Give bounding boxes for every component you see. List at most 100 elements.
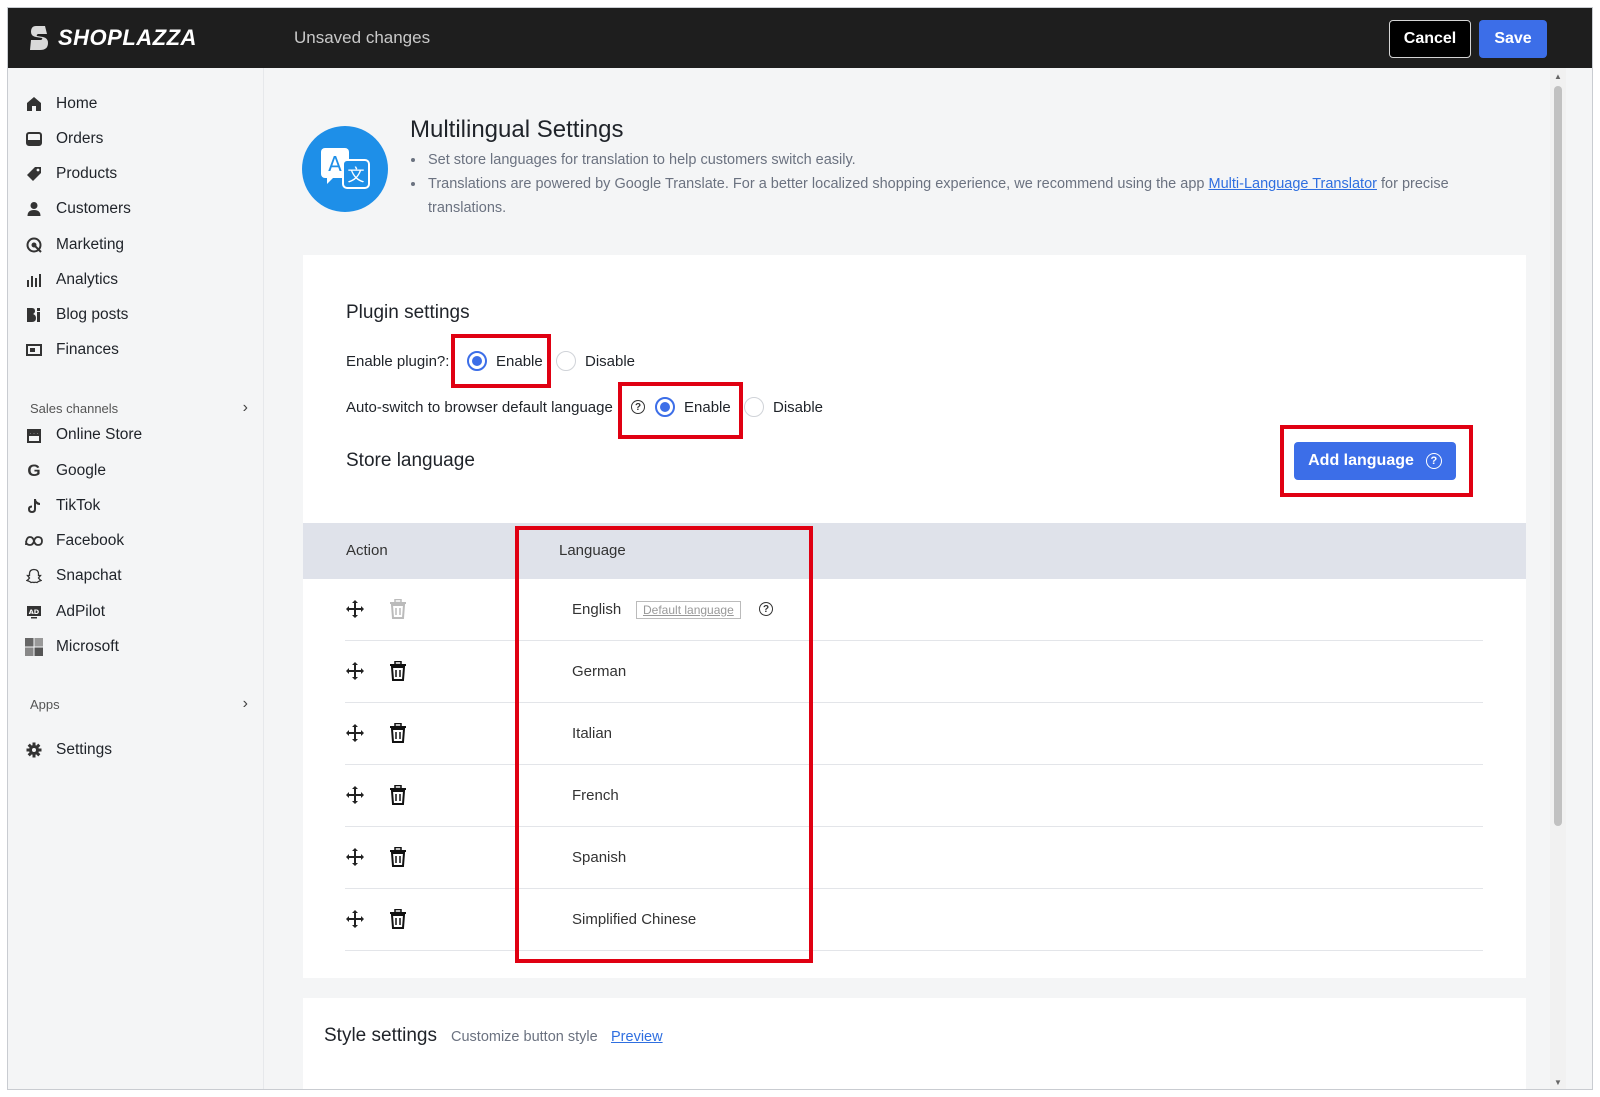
drag-handle-icon[interactable] xyxy=(345,661,365,681)
column-header-language: Language xyxy=(559,542,626,559)
adpilot-icon: AD xyxy=(24,602,44,622)
trash-icon[interactable] xyxy=(389,847,407,867)
shoplazza-logo-icon xyxy=(30,26,48,50)
store-language-title: Store language xyxy=(346,450,475,471)
save-button[interactable]: Save xyxy=(1479,20,1547,58)
radio-label: Enable xyxy=(684,398,731,416)
sidebar-item-orders[interactable]: Orders xyxy=(24,125,103,153)
default-language-badge: Default language xyxy=(636,601,741,619)
description-text: Translations are powered by Google Trans… xyxy=(428,176,1209,192)
snapchat-icon xyxy=(24,566,44,586)
sidebar-item-google[interactable]: G Google xyxy=(24,457,106,485)
trash-icon[interactable] xyxy=(389,723,407,743)
unsaved-status: Unsaved changes xyxy=(294,28,431,47)
sidebar-item-label: Microsoft xyxy=(56,638,119,655)
plugin-settings-title: Plugin settings xyxy=(346,302,470,323)
app-window: SHOPLAZZA Unsaved changes Cancel Save Ho… xyxy=(7,7,1593,1090)
enable-plugin-radio-enable[interactable]: Enable xyxy=(467,351,543,371)
drag-handle-icon[interactable] xyxy=(345,847,365,867)
description-item: Translations are powered by Google Trans… xyxy=(426,172,1490,220)
meta-icon xyxy=(24,531,44,551)
main-content: A 文 Multilingual Settings Set store lang… xyxy=(264,68,1564,1089)
sidebar-item-label: Facebook xyxy=(56,532,125,549)
page-title: Multilingual Settings xyxy=(410,116,624,143)
enable-plugin-radio-disable[interactable]: Disable xyxy=(556,351,635,371)
table-row: French xyxy=(345,765,1483,827)
scrollbar[interactable]: ▲ ▼ xyxy=(1550,68,1566,1089)
add-language-button[interactable]: Add language ? xyxy=(1294,442,1456,480)
chevron-right-icon: › xyxy=(242,695,248,712)
table-row: Italian xyxy=(345,703,1483,765)
style-settings-subtitle: Customize button style xyxy=(451,1029,598,1045)
settings-card: Plugin settings Enable plugin?: Enable D… xyxy=(303,255,1526,978)
drag-handle-icon[interactable] xyxy=(345,785,365,805)
sidebar-item-label: Finances xyxy=(56,341,119,358)
drag-handle-icon[interactable] xyxy=(345,723,365,743)
trash-icon[interactable] xyxy=(389,661,407,681)
drag-handle-icon[interactable] xyxy=(345,599,365,619)
sidebar-item-label: Online Store xyxy=(56,426,143,443)
drag-handle-icon[interactable] xyxy=(345,909,365,929)
autoswitch-help[interactable]: ? xyxy=(631,400,645,414)
radio-label: Disable xyxy=(585,352,636,370)
sidebar-item-online-store[interactable]: Online Store xyxy=(24,421,142,449)
scroll-down-arrow-icon[interactable]: ▼ xyxy=(1554,1078,1562,1087)
trash-icon[interactable] xyxy=(389,909,407,929)
orders-icon xyxy=(24,129,44,149)
question-icon: ? xyxy=(631,400,645,414)
apps-label: Apps xyxy=(30,696,60,712)
sidebar-item-label: TikTok xyxy=(56,497,101,514)
sidebar-item-settings[interactable]: Settings xyxy=(24,736,112,764)
radio-selected-icon xyxy=(655,397,675,417)
sidebar-item-tiktok[interactable]: TikTok xyxy=(24,492,100,520)
table-row: English Default language ? xyxy=(345,579,1483,641)
sidebar-item-blog-posts[interactable]: Blog posts xyxy=(24,301,128,329)
style-settings-title: Style settings xyxy=(324,1025,437,1046)
sidebar-item-facebook[interactable]: Facebook xyxy=(24,527,124,555)
translate-icon: A 文 xyxy=(302,126,388,212)
preview-link[interactable]: Preview xyxy=(611,1029,663,1045)
svg-text:文: 文 xyxy=(348,166,365,186)
sidebar-item-label: Google xyxy=(56,462,106,479)
radio-unselected-icon xyxy=(556,351,576,371)
autoswitch-radio-enable[interactable]: Enable xyxy=(655,397,731,417)
sidebar-item-adpilot[interactable]: AD AdPilot xyxy=(24,598,105,626)
sidebar-item-label: AdPilot xyxy=(56,603,106,620)
sidebar-item-microsoft[interactable]: Microsoft xyxy=(24,633,119,661)
sales-channels-header[interactable]: Sales channels › xyxy=(30,399,248,417)
svg-text:A: A xyxy=(328,152,342,176)
blog-icon xyxy=(24,305,44,325)
svg-text:AD: AD xyxy=(29,608,40,616)
sidebar-item-marketing[interactable]: Marketing xyxy=(24,231,124,259)
radio-selected-icon xyxy=(467,351,487,371)
autoswitch-radio-disable[interactable]: Disable xyxy=(744,397,823,417)
apps-header[interactable]: Apps › xyxy=(30,695,248,713)
language-name: Italian xyxy=(572,725,613,742)
sidebar-item-home[interactable]: Home xyxy=(24,90,97,118)
sidebar-item-products[interactable]: Products xyxy=(24,160,117,188)
brand-logo[interactable]: SHOPLAZZA xyxy=(28,24,197,52)
sidebar-item-finances[interactable]: Finances xyxy=(24,336,119,364)
question-icon[interactable]: ? xyxy=(759,602,773,616)
microsoft-icon xyxy=(24,637,44,657)
scroll-up-arrow-icon[interactable]: ▲ xyxy=(1554,72,1562,81)
language-name: English xyxy=(572,601,622,618)
scrollbar-thumb[interactable] xyxy=(1554,86,1562,826)
table-row: Spanish xyxy=(345,827,1483,889)
sidebar-item-snapchat[interactable]: Snapchat xyxy=(24,562,122,590)
store-icon xyxy=(24,425,44,445)
table-row: Simplified Chinese xyxy=(345,889,1483,951)
top-bar: SHOPLAZZA Unsaved changes Cancel Save xyxy=(8,8,1592,68)
cancel-button[interactable]: Cancel xyxy=(1389,20,1471,58)
google-icon: G xyxy=(27,461,41,480)
sidebar-item-label: Snapchat xyxy=(56,567,122,584)
trash-icon-disabled xyxy=(390,599,406,619)
sidebar-item-analytics[interactable]: Analytics xyxy=(24,266,118,294)
language-name: French xyxy=(572,787,619,804)
question-icon: ? xyxy=(1425,453,1442,469)
sidebar-item-customers[interactable]: Customers xyxy=(24,195,131,223)
description-item: Set store languages for translation to h… xyxy=(426,148,1490,172)
trash-icon[interactable] xyxy=(389,785,407,805)
style-settings-card: Style settings Customize button style Pr… xyxy=(303,998,1526,1089)
multi-language-translator-link[interactable]: Multi-Language Translator xyxy=(1209,176,1377,192)
